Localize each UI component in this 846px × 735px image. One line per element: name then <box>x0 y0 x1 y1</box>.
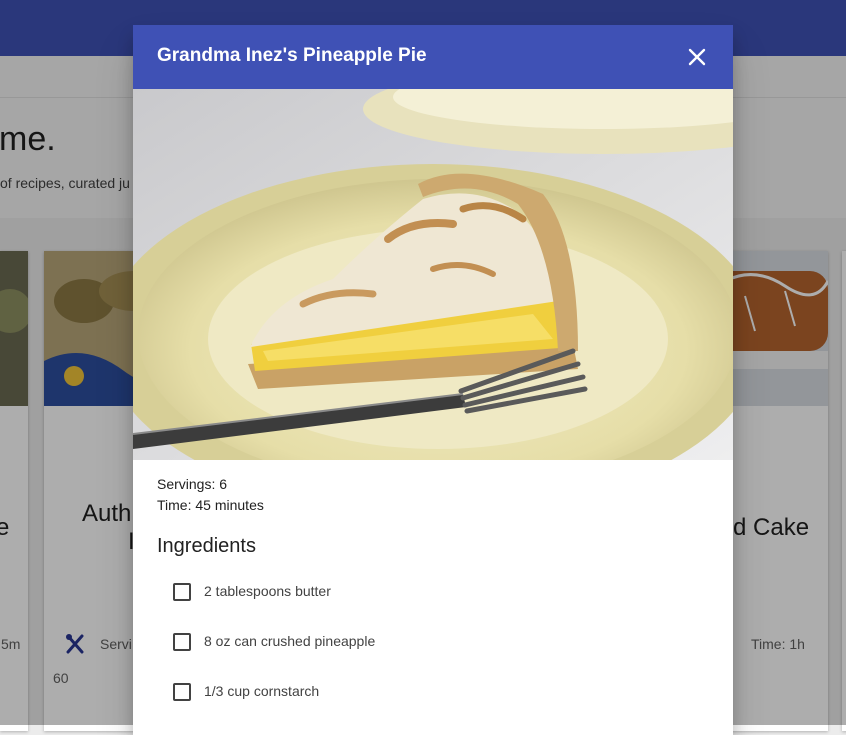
ingredient-label: 8 oz can crushed pineapple <box>204 633 376 649</box>
dialog-header: Grandma Inez's Pineapple Pie <box>133 25 733 89</box>
recipe-photo <box>133 89 733 460</box>
time-text: Time: 45 minutes <box>157 497 264 513</box>
ingredients-heading: Ingredients <box>157 535 256 557</box>
recipe-dialog: Grandma Inez's Pineapple Pie Servings: 6… <box>133 25 733 735</box>
ingredient-checkbox[interactable] <box>173 633 191 651</box>
recipe-facts: Servings: 6 Time: 45 minutes <box>157 474 264 516</box>
close-icon[interactable] <box>681 41 713 73</box>
ingredient-label: 2 tablespoons butter <box>204 583 331 599</box>
dialog-title: Grandma Inez's Pineapple Pie <box>157 45 427 66</box>
ingredient-checkbox[interactable] <box>173 683 191 701</box>
servings-text: Servings: 6 <box>157 476 228 492</box>
ingredient-checkbox[interactable] <box>173 583 191 601</box>
ingredient-label: 1/3 cup cornstarch <box>204 683 320 699</box>
